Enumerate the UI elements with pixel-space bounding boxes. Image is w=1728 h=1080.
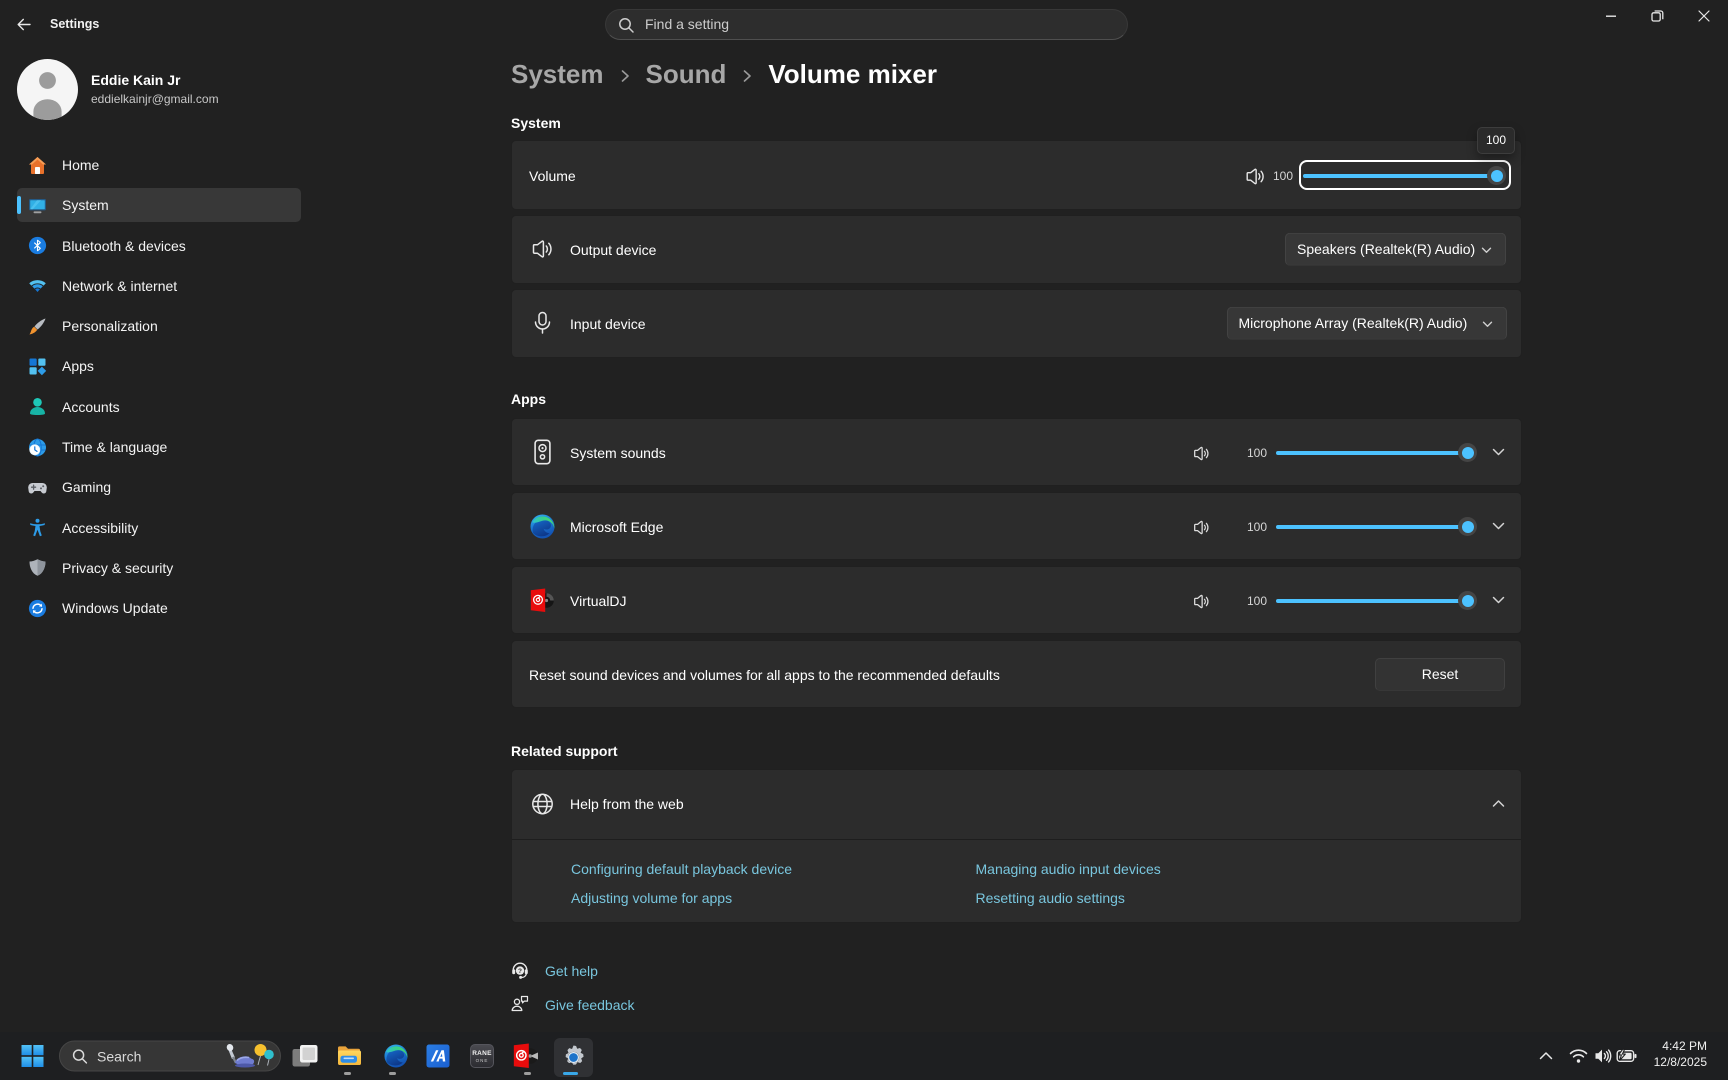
svg-text:?: ?	[518, 968, 522, 975]
